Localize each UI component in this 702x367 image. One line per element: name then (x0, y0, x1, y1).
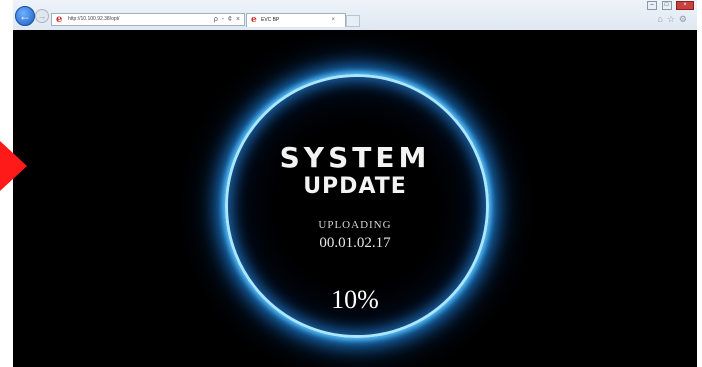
tab-evc-bp[interactable]: e EVC BP × (246, 13, 346, 27)
update-screen: SYSTEM UPDATE UPLOADING 00.01.02.17 10% (13, 30, 697, 367)
progress-percent: 10% (331, 285, 379, 314)
minimize-icon[interactable]: – (647, 1, 658, 10)
close-icon[interactable]: × (676, 1, 694, 10)
star-icon[interactable]: ☆ (667, 14, 679, 24)
back-arrow-icon[interactable]: ← (15, 6, 35, 26)
version-number: 00.01.02.17 (319, 235, 391, 251)
address-url[interactable]: http://10.100.92.38/opt/ (68, 15, 119, 24)
ie-logo-icon: e (56, 14, 63, 25)
new-tab-button[interactable] (346, 15, 360, 27)
tab-close-icon[interactable]: × (331, 15, 335, 25)
red-arrow-icon (0, 141, 27, 191)
forward-arrow-icon[interactable]: → (35, 9, 49, 23)
status-label: UPLOADING (318, 219, 392, 231)
ie-logo-icon: e (251, 15, 257, 25)
gear-icon[interactable]: ⚙ (679, 14, 691, 24)
address-bar[interactable]: e http://10.100.92.38/opt/ ρ - ¢ × (51, 13, 245, 26)
maximize-icon[interactable]: □ (661, 1, 672, 10)
system-title: SYSTEM (279, 141, 431, 174)
tab-title: EVC BP (261, 17, 280, 23)
address-actions[interactable]: ρ - ¢ × (214, 14, 241, 25)
toolbar-icons: ⌂☆⚙ (657, 14, 691, 25)
update-title: UPDATE (303, 174, 407, 199)
home-icon[interactable]: ⌂ (657, 14, 666, 24)
window-controls: – □ × (647, 1, 694, 11)
browser-toolbar: ← → e http://10.100.92.38/opt/ ρ - ¢ × e… (13, 0, 697, 31)
